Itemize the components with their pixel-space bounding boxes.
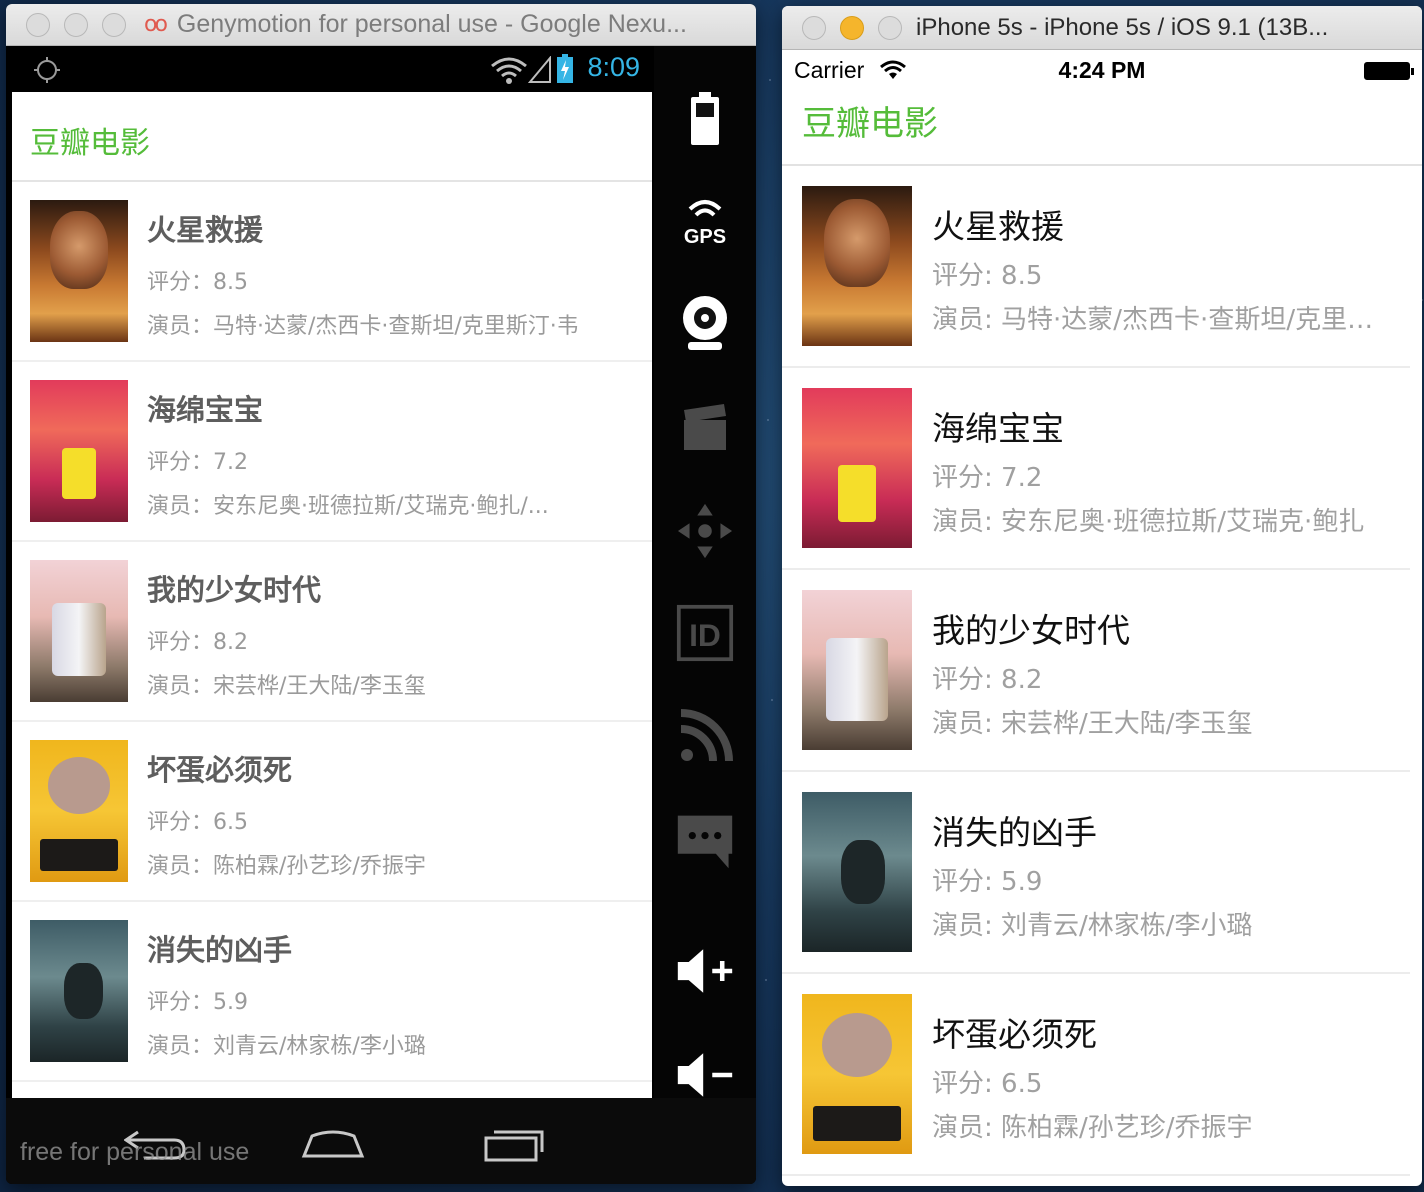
- movie-poster: [802, 388, 912, 548]
- app-title: 豆瓣电影: [802, 104, 938, 144]
- movie-rating: 评分：8.2: [147, 630, 248, 655]
- movie-list-item[interactable]: 火星救援 评分：8.5 演员：马特·达蒙/杰西卡·查斯坦/克里斯汀·韦: [12, 182, 652, 362]
- ios-simulator-window: iPhone 5s - iPhone 5s / iOS 9.1 (13B... …: [782, 6, 1422, 1186]
- movie-cast: 演员：刘青云/林家栋/李小璐: [147, 1034, 426, 1059]
- svg-text:GPS: GPS: [684, 226, 726, 247]
- watermark: free for personal use: [20, 1138, 250, 1166]
- movie-list-item[interactable]: 坏蛋必须死 评分：6.5 演员：陈柏霖/孙艺珍/乔振宇: [12, 722, 652, 902]
- movie-rating: 评分: 5.9: [932, 867, 1043, 897]
- ios-movie-list: 火星救援 评分: 8.5 演员: 马特·达蒙/杰西卡·查斯坦/克里斯汀·韦格 海…: [782, 166, 1422, 1176]
- movie-rating: 评分: 7.2: [932, 463, 1043, 493]
- close-button[interactable]: [802, 15, 826, 40]
- movie-cast: 演员：安东尼奥·班德拉斯/艾瑞克·鲍扎/...: [147, 494, 549, 519]
- movie-title: 我的少女时代: [932, 611, 1130, 650]
- movie-cast: 演员：陈柏霖/孙艺珍/乔振宇: [147, 854, 426, 879]
- movie-poster: [30, 920, 128, 1062]
- movie-title: 火星救援: [932, 207, 1064, 246]
- video-capture-icon[interactable]: [676, 398, 734, 456]
- battery-icon[interactable]: [676, 90, 734, 148]
- movie-rating: 评分：7.2: [147, 450, 248, 475]
- window-title: iPhone 5s - iPhone 5s / iOS 9.1 (13B...: [916, 13, 1329, 41]
- volume-down-icon[interactable]: [676, 1046, 734, 1104]
- android-clock: 8:09: [587, 52, 640, 82]
- close-button[interactable]: [26, 12, 50, 37]
- home-button-icon[interactable]: [300, 1126, 366, 1160]
- movie-cast: 演员: 刘青云/林家栋/李小璐: [932, 911, 1253, 941]
- movie-cast: 演员：宋芸桦/王大陆/李玉玺: [147, 674, 426, 699]
- genymotion-side-toolbar: GPS ID: [654, 46, 756, 1098]
- location-icon: [34, 57, 60, 83]
- sms-icon[interactable]: [676, 812, 734, 870]
- wifi-icon: [491, 57, 527, 84]
- movie-list-item[interactable]: 海绵宝宝 评分: 7.2 演员: 安东尼奥·班德拉斯/艾瑞克·鲍扎: [782, 368, 1422, 570]
- movie-poster: [30, 560, 128, 702]
- movie-poster: [802, 994, 912, 1154]
- window-title: Genymotion for personal use - Google Nex…: [176, 10, 687, 38]
- movie-rating: 评分: 8.2: [932, 665, 1043, 695]
- device-id-icon[interactable]: ID: [676, 604, 734, 662]
- movie-list-item[interactable]: 消失的凶手 评分：5.9 演员：刘青云/林家栋/李小璐: [12, 902, 652, 1082]
- ios-titlebar[interactable]: iPhone 5s - iPhone 5s / iOS 9.1 (13B...: [782, 6, 1422, 50]
- movie-rating: 评分: 8.5: [932, 261, 1043, 291]
- genymotion-window: oo Genymotion for personal use - Google …: [6, 4, 756, 1184]
- gps-icon[interactable]: GPS: [676, 192, 734, 250]
- movie-poster: [802, 590, 912, 750]
- movie-title: 我的少女时代: [147, 573, 322, 607]
- android-navigation-bar: free for personal use: [6, 1098, 756, 1184]
- movie-list-item[interactable]: 火星救援 评分: 8.5 演员: 马特·达蒙/杰西卡·查斯坦/克里斯汀·韦格: [782, 166, 1422, 368]
- android-app-screen: 豆瓣电影 火星救援 评分：8.5 演员：马特·达蒙/杰西卡·查斯坦/克里斯汀·韦…: [12, 92, 652, 1098]
- movie-title: 消失的凶手: [932, 813, 1097, 852]
- movie-title: 坏蛋必须死: [147, 753, 293, 787]
- movie-cast: 演员: 安东尼奥·班德拉斯/艾瑞克·鲍扎: [932, 507, 1365, 537]
- volume-up-icon[interactable]: [676, 942, 734, 1000]
- zoom-button[interactable]: [102, 12, 126, 37]
- movie-list-item[interactable]: 坏蛋必须死 评分: 6.5 演员: 陈柏霖/孙艺珍/乔振宇: [782, 974, 1422, 1176]
- movie-rating: 评分：8.5: [147, 270, 248, 295]
- ios-app-header: 豆瓣电影: [782, 92, 1422, 166]
- network-icon[interactable]: [676, 708, 734, 766]
- android-status-bar: 8:09: [6, 46, 652, 92]
- svg-text:ID: ID: [689, 617, 721, 653]
- zoom-button[interactable]: [878, 15, 902, 40]
- genymotion-titlebar[interactable]: oo Genymotion for personal use - Google …: [6, 4, 756, 46]
- movie-poster: [802, 792, 912, 952]
- movie-title: 坏蛋必须死: [932, 1015, 1097, 1054]
- movie-cast: 演员: 陈柏霖/孙艺珍/乔振宇: [932, 1113, 1253, 1143]
- app-title: 豆瓣电影: [30, 126, 150, 161]
- movie-cast: 演员: 宋芸桦/王大陆/李玉玺: [932, 709, 1253, 739]
- movie-cast: 演员: 马特·达蒙/杰西卡·查斯坦/克里斯汀·韦格: [932, 305, 1392, 335]
- minimize-button[interactable]: [64, 12, 88, 37]
- webcam-icon[interactable]: [676, 294, 734, 352]
- movie-rating: 评分：5.9: [147, 990, 248, 1015]
- movie-cast: 演员：马特·达蒙/杰西卡·查斯坦/克里斯汀·韦: [147, 314, 579, 339]
- battery-icon: [1364, 62, 1414, 80]
- genymotion-logo-icon: oo: [144, 12, 168, 37]
- movie-rating: 评分: 6.5: [932, 1069, 1043, 1099]
- movie-title: 消失的凶手: [147, 933, 293, 967]
- movie-list-item[interactable]: 消失的凶手 评分: 5.9 演员: 刘青云/林家栋/李小璐: [782, 772, 1422, 974]
- movie-poster: [30, 380, 128, 522]
- movie-list-item[interactable]: 海绵宝宝 评分：7.2 演员：安东尼奥·班德拉斯/艾瑞克·鲍扎/...: [12, 362, 652, 542]
- movie-title: 海绵宝宝: [932, 409, 1064, 448]
- battery-charging-icon: [557, 54, 573, 83]
- recent-apps-button-icon[interactable]: [482, 1126, 546, 1162]
- movie-poster: [30, 740, 128, 882]
- ios-clock: 4:24 PM: [1058, 57, 1146, 83]
- movie-title: 海绵宝宝: [147, 393, 264, 427]
- dpad-icon[interactable]: [676, 502, 734, 560]
- cell-signal-icon: [528, 56, 551, 83]
- android-app-header: 豆瓣电影: [12, 92, 652, 182]
- movie-poster: [802, 186, 912, 346]
- minimize-button[interactable]: [840, 15, 864, 40]
- movie-title: 火星救援: [147, 213, 264, 247]
- movie-poster: [30, 200, 128, 342]
- movie-list-item[interactable]: 我的少女时代 评分：8.2 演员：宋芸桦/王大陆/李玉玺: [12, 542, 652, 722]
- ios-status-bar: Carrier 4:24 PM: [782, 50, 1422, 92]
- movie-list-item[interactable]: 我的少女时代 评分: 8.2 演员: 宋芸桦/王大陆/李玉玺: [782, 570, 1422, 772]
- movie-rating: 评分：6.5: [147, 810, 248, 835]
